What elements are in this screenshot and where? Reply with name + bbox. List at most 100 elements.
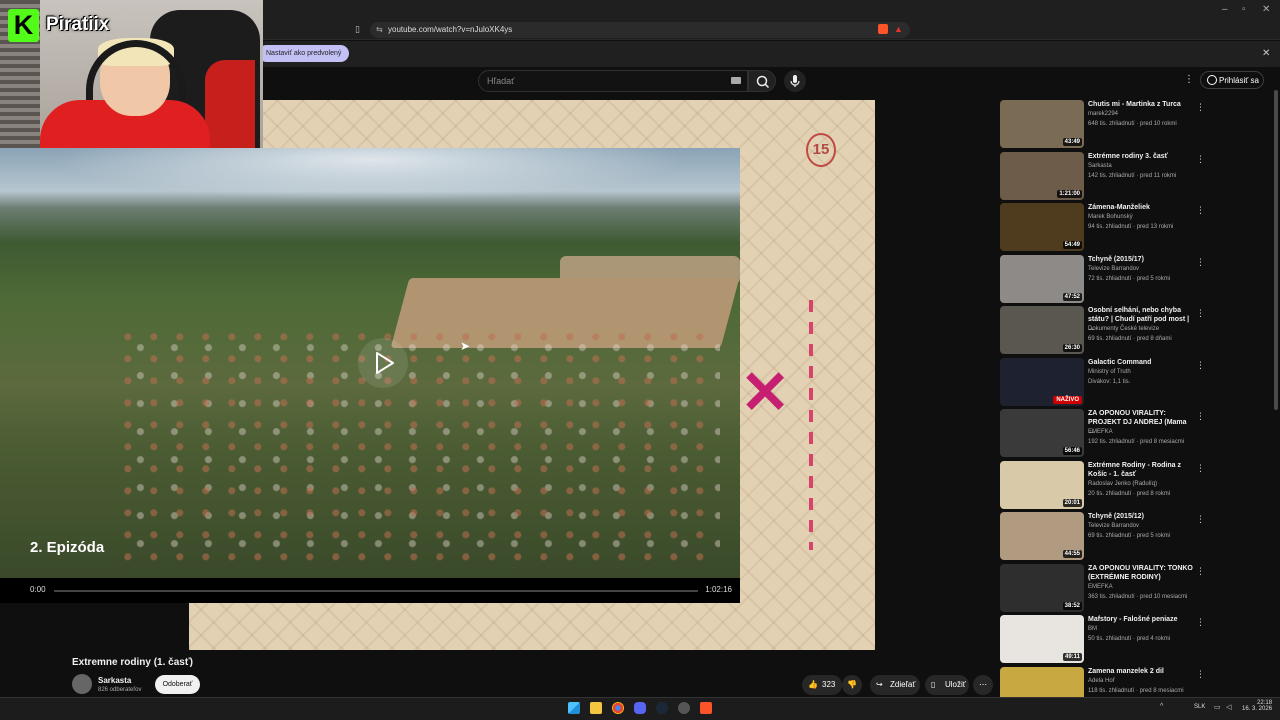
recommendation-menu-icon[interactable]: ⋮ (1196, 514, 1205, 525)
file-explorer-icon[interactable] (590, 702, 602, 714)
brave-icon[interactable] (700, 702, 712, 714)
progress-bar[interactable] (54, 590, 698, 592)
chrome-icon[interactable] (612, 702, 624, 714)
recommendation-menu-icon[interactable]: ⋮ (1196, 154, 1205, 165)
brave-shield-icon[interactable] (878, 24, 888, 34)
recommendation-channel[interactable]: Sarkasta (1088, 163, 1193, 169)
recommendation-title[interactable]: Tchyně (2015/17) (1088, 255, 1193, 264)
recommendation-item[interactable]: 43:49 Chutis mi - Martinka z Turca marek22… (1000, 100, 1205, 148)
recommendation-menu-icon[interactable]: ⋮ (1196, 411, 1205, 422)
site-info-icon[interactable]: ⇆ (376, 25, 383, 34)
recommendation-menu-icon[interactable]: ⋮ (1196, 463, 1205, 474)
recommendation-item[interactable]: 38:52 ZA OPONOU VIRALITY: TONKO (EXTRÉMNE… (1000, 563, 1205, 612)
recommendation-thumbnail[interactable]: 54:49 (1000, 203, 1084, 251)
recommendation-title[interactable]: ZA OPONOU VIRALITY: TONKO (EXTRÉMNE RODI… (1088, 564, 1193, 582)
set-default-button[interactable]: Nastaviť ako predvolený (258, 45, 350, 62)
recommendation-menu-icon[interactable]: ⋮ (1196, 257, 1205, 268)
address-bar[interactable]: youtube.com/watch?v=nJuloXK4ys (370, 22, 910, 38)
recommendation-title[interactable]: Mafstory - Falošné peniaze (1088, 615, 1193, 624)
recommendation-item[interactable]: 56:46 ZA OPONOU VIRALITY: PROJEKT DJ ANDR… (1000, 409, 1205, 457)
recommendation-channel[interactable]: BM (1088, 626, 1193, 632)
search-input[interactable]: Hľadať (478, 70, 748, 92)
recommendation-item[interactable]: 20:01 Extrémne Rodiny - Rodina z Košíc - … (1000, 460, 1205, 509)
recommendation-menu-icon[interactable]: ⋮ (1196, 669, 1205, 680)
recommendation-title[interactable]: Galactic Command (1088, 358, 1193, 367)
recommendation-channel[interactable]: Radoslav Jenko (Radulíq) (1088, 481, 1193, 487)
recommendation-menu-icon[interactable]: ⋮ (1196, 308, 1205, 319)
recommendation-thumbnail[interactable]: 20:01 (1000, 460, 1084, 509)
subscribe-button[interactable]: Odoberať (155, 675, 200, 694)
close-window-icon[interactable]: ✕ (1262, 4, 1270, 15)
recommendation-item[interactable]: 26:30 Osobní selhání, nebo chyba státu? |… (1000, 306, 1205, 354)
recommendation-title[interactable]: Zamena manzelek 2 dil (1088, 667, 1193, 676)
maximize-icon[interactable]: ▫ (1242, 4, 1246, 15)
recommendation-thumbnail[interactable]: 47:52 (1000, 254, 1084, 303)
keyboard-icon[interactable] (731, 77, 741, 84)
decorative-cross-stitch: ✕ (740, 358, 791, 428)
recommendation-thumbnail[interactable]: 49:11 (1000, 615, 1084, 663)
channel-name[interactable]: Sarkasta (98, 676, 131, 685)
recommendation-channel[interactable]: Televize Barrandov (1088, 523, 1193, 529)
recommendation-thumbnail[interactable]: 38:52 (1000, 563, 1084, 612)
recommendation-item[interactable]: NAŽIVO Galactic Command Ministry of Truth D… (1000, 357, 1205, 406)
recommendation-channel[interactable]: EMEFKA (1088, 429, 1193, 435)
recommendation-thumbnail[interactable]: 44:55 (1000, 512, 1084, 560)
network-icon[interactable]: ▭ (1214, 703, 1221, 711)
save-button[interactable]: ▯ Uložiť (925, 675, 969, 695)
recommendation-channel[interactable]: Adela Hoř (1088, 678, 1193, 684)
start-icon[interactable] (568, 702, 580, 714)
recommendation-channel[interactable]: Televize Barrandov (1088, 266, 1193, 272)
recommendation-menu-icon[interactable]: ⋮ (1196, 617, 1205, 628)
recommendation-thumbnail[interactable]: 1:21:00 (1000, 151, 1084, 200)
recommendation-channel[interactable]: marek2294 (1088, 111, 1193, 117)
share-button[interactable]: ↪ Zdieľať (870, 675, 920, 695)
settings-menu-icon[interactable]: ⋮ (1184, 74, 1194, 85)
page-scrollbar[interactable] (1274, 90, 1278, 410)
taskbar-clock[interactable]: 22:18 16. 3. 2026 (1242, 700, 1272, 712)
recommendation-thumbnail[interactable]: 56:46 (1000, 409, 1084, 457)
recommendation-title[interactable]: Zámena-Manželiek (1088, 203, 1193, 212)
like-button[interactable]: 👍 323 (802, 675, 842, 695)
play-icon (376, 352, 394, 374)
live-badge: NAŽIVO (1053, 395, 1082, 404)
infobar-close-icon[interactable]: ✕ (1262, 48, 1270, 59)
recommendation-item[interactable]: 44:55 Tchyně (2015/12) Televize Barrandov 6… (1000, 512, 1205, 560)
signin-button[interactable]: Prihlásiť sa (1200, 71, 1264, 89)
search-button[interactable] (748, 70, 776, 92)
recommendation-menu-icon[interactable]: ⋮ (1196, 360, 1205, 371)
channel-avatar[interactable] (72, 674, 92, 694)
minimize-icon[interactable]: – (1222, 4, 1228, 15)
rewards-icon[interactable]: ▲ (894, 24, 903, 34)
steam-icon[interactable] (656, 702, 668, 714)
more-actions-button[interactable]: ⋯ (973, 675, 993, 695)
recommendation-item[interactable]: 54:49 Zámena-Manželiek Marek Bohunský 94 ti… (1000, 203, 1205, 251)
tray-chevron-icon[interactable]: ^ (1160, 703, 1163, 710)
recommendation-menu-icon[interactable]: ⋮ (1196, 205, 1205, 216)
recommendation-item[interactable]: 49:11 Mafstory - Falošné peniaze BM 50 tis.… (1000, 615, 1205, 663)
volume-icon[interactable]: ◁ (1226, 703, 1231, 711)
recommendation-title[interactable]: Extrémne rodiny 3. časť (1088, 152, 1193, 161)
play-button[interactable] (358, 338, 408, 388)
recommendation-thumbnail[interactable]: 43:49 (1000, 100, 1084, 148)
recommendation-menu-icon[interactable]: ⋮ (1196, 566, 1205, 577)
recommendation-title[interactable]: Extrémne Rodiny - Rodina z Košíc - 1. ča… (1088, 461, 1193, 479)
dislike-button[interactable]: 👎 (842, 675, 862, 695)
recommendation-title[interactable]: Tchyně (2015/12) (1088, 512, 1193, 521)
obs-icon[interactable] (678, 702, 690, 714)
recommendation-channel[interactable]: Ministry of Truth (1088, 369, 1193, 375)
recommendation-item[interactable]: 1:21:00 Extrémne rodiny 3. časť Sarkasta 14… (1000, 151, 1205, 200)
overlay-video-player[interactable]: 2. Epizóda 0:00 1:02:16 (0, 148, 740, 603)
recommendation-thumbnail[interactable]: 26:30 (1000, 306, 1084, 354)
recommendation-channel[interactable]: Dokumenty České televize (1088, 326, 1193, 332)
recommendation-thumbnail[interactable]: NAŽIVO (1000, 357, 1084, 406)
discord-icon[interactable] (634, 702, 646, 714)
recommendation-item[interactable]: 47:52 Tchyně (2015/17) Televize Barrandov 7… (1000, 254, 1205, 303)
bookmark-icon[interactable]: ▯ (355, 24, 360, 35)
recommendation-menu-icon[interactable]: ⋮ (1196, 102, 1205, 113)
recommendation-channel[interactable]: EMEFKA (1088, 584, 1193, 590)
recommendation-channel[interactable]: Marek Bohunský (1088, 214, 1193, 220)
share-label: Zdieľať (890, 680, 916, 689)
voice-search-button[interactable] (784, 70, 806, 92)
language-indicator[interactable]: SLK (1194, 704, 1205, 710)
recommendation-title[interactable]: Chutis mi - Martinka z Turca (1088, 100, 1193, 109)
